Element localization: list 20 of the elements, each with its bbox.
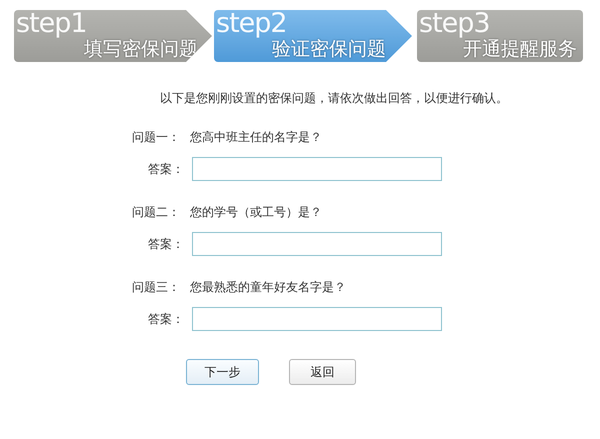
answer-field[interactable] (192, 307, 442, 331)
step-number: step2 (216, 10, 287, 38)
question-text: 您的学号（或工号）是？ (190, 204, 322, 220)
step-label: 验证密保问题 (272, 38, 386, 60)
answer-label: 答案： (148, 310, 184, 328)
question-text: 您最熟悉的童年好友名字是？ (190, 279, 346, 295)
question-label: 问题二： (132, 204, 180, 220)
step-label: 开通提醒服务 (463, 38, 577, 60)
next-button[interactable]: 下一步 (186, 359, 259, 385)
back-button[interactable]: 返回 (289, 359, 356, 385)
answer-field[interactable] (192, 157, 442, 181)
answer-label: 答案： (148, 160, 184, 178)
question-label: 问题三： (132, 279, 180, 295)
question-label: 问题一： (132, 129, 180, 145)
answer-field[interactable] (192, 232, 442, 256)
answer-label: 答案： (148, 236, 184, 252)
intro-text: 以下是您刚刚设置的密保问题，请依次做出回答，以便进行确认。 (160, 90, 509, 106)
step-number: step3 (419, 10, 490, 38)
step-number: step1 (16, 10, 87, 38)
question-text: 您高中班主任的名字是？ (190, 129, 322, 145)
